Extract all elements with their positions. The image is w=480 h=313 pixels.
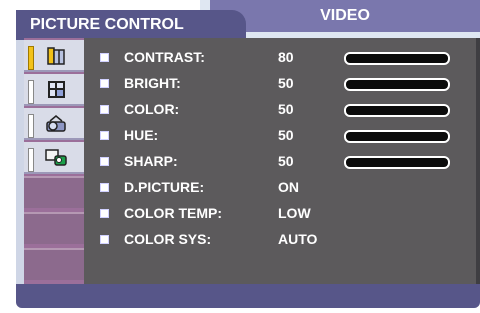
- setting-label: COLOR SYS:: [124, 231, 212, 247]
- setting-value: AUTO: [278, 231, 318, 247]
- setting-value: 50: [278, 101, 294, 117]
- sidebar-item-source[interactable]: [24, 142, 84, 174]
- setting-row-color[interactable]: COLOR: 50: [94, 98, 466, 120]
- setting-label: BRIGHT:: [124, 75, 181, 91]
- bullet-icon: [100, 79, 109, 88]
- sidebar-empty-slot: [24, 176, 84, 208]
- setting-row-bright[interactable]: BRIGHT: 50: [94, 72, 466, 94]
- projector-icon: [46, 115, 66, 132]
- sidebar-item-projector[interactable]: [24, 108, 84, 140]
- sidebar-empty-slot: [24, 212, 84, 244]
- bullet-icon: [100, 157, 109, 166]
- color-slider[interactable]: [344, 104, 450, 117]
- setting-value: 50: [278, 153, 294, 169]
- setting-label: COLOR TEMP:: [124, 205, 222, 221]
- tab-video[interactable]: VIDEO: [210, 0, 480, 32]
- setting-label: COLOR:: [124, 101, 180, 117]
- sidebar-item-screen[interactable]: [24, 74, 84, 106]
- page-title: PICTURE CONTROL: [16, 10, 246, 40]
- bullet-icon: [100, 131, 109, 140]
- setting-label: CONTRAST:: [124, 49, 205, 65]
- bullet-icon: [100, 235, 109, 244]
- setting-row-color-sys[interactable]: COLOR SYS: AUTO: [94, 228, 466, 250]
- setting-row-contrast[interactable]: CONTRAST: 80: [94, 46, 466, 68]
- setting-row-color-temp[interactable]: COLOR TEMP: LOW: [94, 202, 466, 224]
- selection-marker: [28, 46, 34, 70]
- setting-row-dpicture[interactable]: D.PICTURE: ON: [94, 176, 466, 198]
- setting-value: ON: [278, 179, 299, 195]
- source-icon: [45, 149, 67, 166]
- sidebar-empty-slot: [24, 248, 84, 280]
- screen-icon: [48, 81, 65, 98]
- picture-control-menu: VIDEO PICTURE CONTROL CONTRAST: 80 BRIGH…: [10, 0, 480, 313]
- selection-marker: [28, 114, 34, 138]
- selection-marker: [28, 80, 34, 104]
- bullet-icon: [100, 183, 109, 192]
- setting-value: 80: [278, 49, 294, 65]
- bullet-icon: [100, 209, 109, 218]
- setting-label: HUE:: [124, 127, 159, 143]
- bullet-icon: [100, 105, 109, 114]
- bright-slider[interactable]: [344, 78, 450, 91]
- hue-slider[interactable]: [344, 130, 450, 143]
- setting-row-sharp[interactable]: SHARP: 50: [94, 150, 466, 172]
- setting-value: LOW: [278, 205, 311, 221]
- sidebar-item-picture[interactable]: [24, 40, 84, 72]
- setting-label: D.PICTURE:: [124, 179, 205, 195]
- picture-icon: [47, 47, 65, 65]
- sharp-slider[interactable]: [344, 156, 450, 169]
- setting-value: 50: [278, 127, 294, 143]
- selection-marker: [28, 148, 34, 172]
- contrast-slider[interactable]: [344, 52, 450, 65]
- setting-row-hue[interactable]: HUE: 50: [94, 124, 466, 146]
- setting-label: SHARP:: [124, 153, 178, 169]
- setting-value: 50: [278, 75, 294, 91]
- bottom-bar: [16, 284, 480, 308]
- bullet-icon: [100, 53, 109, 62]
